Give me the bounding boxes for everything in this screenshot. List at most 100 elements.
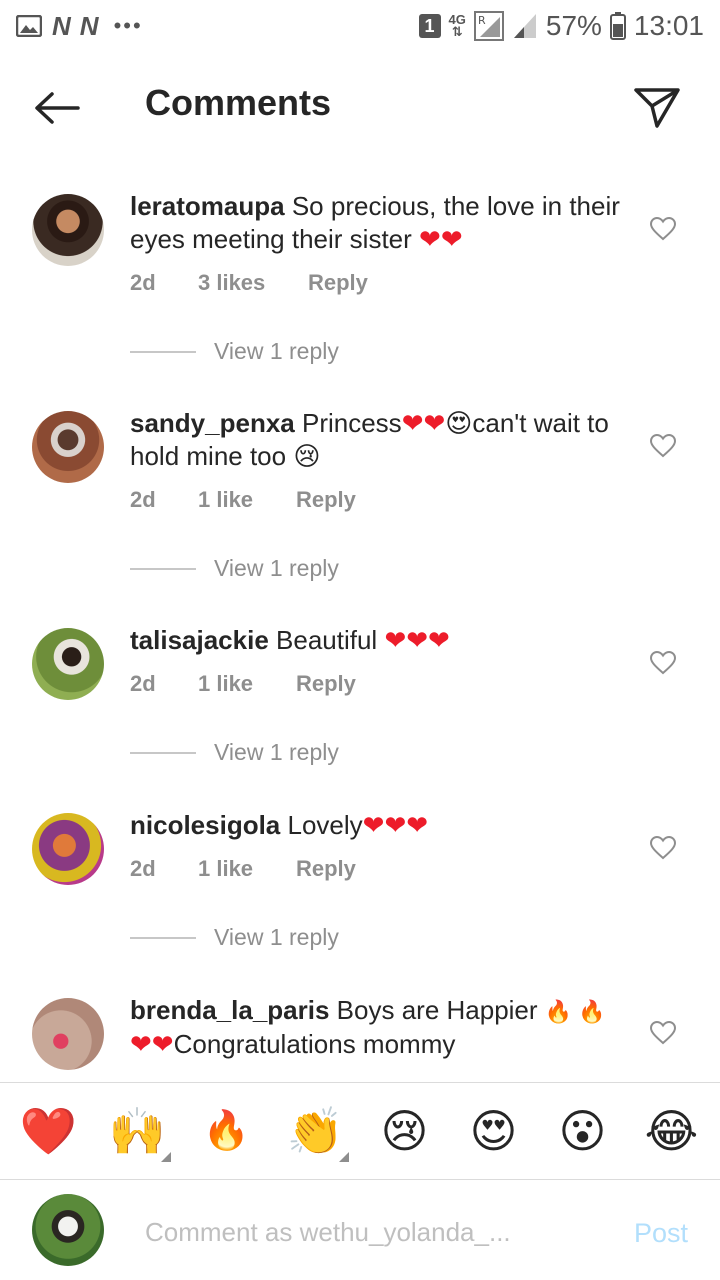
comment-input[interactable] bbox=[145, 1210, 585, 1254]
raised-hands-icon: 🙌 bbox=[108, 1104, 167, 1157]
heart-outline-icon bbox=[650, 1021, 676, 1045]
comment-time: 2d bbox=[130, 487, 156, 512]
nn-notification-icon: N bbox=[52, 10, 71, 41]
heart-outline-icon bbox=[650, 836, 676, 860]
divider-line bbox=[130, 751, 196, 754]
divider-line bbox=[130, 936, 196, 939]
comments-list[interactable]: leratomaupa So precious, the love in the… bbox=[0, 162, 720, 1082]
more-notifications-icon: ••• bbox=[113, 13, 143, 38]
reply-button[interactable]: Reply bbox=[296, 856, 356, 882]
red-heart-icon: ❤️ bbox=[19, 1104, 78, 1157]
clock: 13:01 bbox=[633, 10, 704, 41]
comment-input-bar: Post bbox=[0, 1180, 720, 1280]
tears-of-joy-icon: 😂 bbox=[644, 1105, 699, 1157]
comment-username[interactable]: leratomaupa bbox=[130, 191, 285, 221]
emoji-crying-button[interactable]: 😢 bbox=[370, 1096, 440, 1166]
skin-tone-indicator-icon bbox=[338, 1152, 349, 1162]
comment-time: 2d bbox=[130, 856, 156, 881]
avatar[interactable] bbox=[32, 194, 104, 266]
emoji-heart-eyes-button[interactable]: 😍 bbox=[459, 1096, 529, 1166]
like-comment-button[interactable] bbox=[648, 1018, 678, 1048]
heart-emoji: ❤❤❤ bbox=[384, 625, 450, 655]
heart-emoji: ❤❤ bbox=[130, 1029, 174, 1059]
svg-text:R: R bbox=[478, 14, 486, 27]
comment-text: sandy_penxa Princess❤❤😍can't wait to hol… bbox=[130, 407, 630, 473]
current-user-avatar bbox=[32, 1194, 104, 1266]
heart-outline-icon bbox=[650, 651, 676, 675]
emoji-clap-button[interactable]: 👏 bbox=[281, 1096, 351, 1166]
heart-eyes-icon: 😍 bbox=[469, 1105, 518, 1157]
image-notification-icon bbox=[16, 15, 42, 37]
fire-icon: 🔥 bbox=[202, 1110, 251, 1152]
comment-meta: 2d 3 likes Reply bbox=[130, 270, 368, 296]
sim-badge: 1 bbox=[418, 14, 441, 38]
crying-emoji: 😢 bbox=[293, 441, 321, 471]
emoji-surprised-button[interactable]: 😮 bbox=[548, 1096, 618, 1166]
comment-likes[interactable]: 1 like bbox=[198, 856, 296, 882]
heart-emoji: ❤❤ bbox=[419, 224, 463, 254]
emoji-laughing-button[interactable]: 😂 bbox=[637, 1096, 707, 1166]
emoji-raised-hands-button[interactable]: 🙌 bbox=[103, 1096, 173, 1166]
comment-likes[interactable]: 1 like bbox=[198, 671, 296, 697]
avatar[interactable] bbox=[32, 998, 104, 1070]
avatar[interactable] bbox=[32, 411, 104, 483]
comment-text: brenda_la_paris Boys are Happier 🔥 🔥 ❤❤C… bbox=[130, 994, 630, 1061]
like-comment-button[interactable] bbox=[648, 648, 678, 678]
network-type-icon: 4G ⇅ bbox=[448, 12, 466, 39]
reply-button[interactable]: Reply bbox=[296, 487, 356, 513]
view-replies-button[interactable]: View 1 reply bbox=[130, 924, 339, 951]
comment-content: Boys are Happier bbox=[336, 995, 538, 1025]
fire-emoji: 🔥 🔥 bbox=[544, 999, 606, 1024]
avatar[interactable] bbox=[32, 628, 104, 700]
avatar[interactable] bbox=[32, 813, 104, 885]
comment-username[interactable]: talisajackie bbox=[130, 625, 269, 655]
comment-username[interactable]: brenda_la_paris bbox=[130, 995, 329, 1025]
crying-face-icon: 😢 bbox=[380, 1105, 429, 1157]
like-comment-button[interactable] bbox=[648, 214, 678, 244]
comment-content: Princess bbox=[301, 408, 402, 438]
view-replies-label: View 1 reply bbox=[214, 924, 339, 950]
view-replies-label: View 1 reply bbox=[214, 338, 339, 364]
heart-emoji: ❤❤❤ bbox=[362, 810, 429, 840]
divider-line bbox=[130, 350, 196, 353]
battery-percent: 57% bbox=[545, 10, 602, 41]
arrow-left-icon bbox=[35, 92, 80, 124]
paper-plane-icon bbox=[634, 88, 680, 128]
comment-meta: 2d 1 like Reply bbox=[130, 856, 356, 882]
comment-content: Beautiful bbox=[276, 625, 378, 655]
heart-eyes-emoji: 😍 bbox=[445, 408, 473, 438]
emoji-heart-button[interactable]: ❤️ bbox=[14, 1096, 84, 1166]
comment-content: Lovely bbox=[287, 810, 363, 840]
comment-text: talisajackie Beautiful ❤❤❤ bbox=[130, 624, 630, 657]
status-bar: N N ••• 1 4G ⇅ R 57% 13:01 bbox=[0, 0, 720, 52]
view-replies-button[interactable]: View 1 reply bbox=[130, 338, 339, 365]
heart-outline-icon bbox=[650, 217, 676, 241]
view-replies-label: View 1 reply bbox=[214, 739, 339, 765]
comment-likes[interactable]: 3 likes bbox=[198, 270, 308, 296]
comment-likes[interactable]: 1 like bbox=[198, 487, 296, 513]
like-comment-button[interactable] bbox=[648, 833, 678, 863]
view-replies-label: View 1 reply bbox=[214, 555, 339, 581]
skin-tone-indicator-icon bbox=[160, 1152, 171, 1162]
signal-r-icon: R bbox=[473, 11, 504, 41]
comment-content-2: Congratulations mommy bbox=[173, 1029, 456, 1059]
comment-meta: 2d 1 like Reply bbox=[130, 487, 356, 513]
comment-time: 2d bbox=[130, 671, 156, 696]
comment-username[interactable]: sandy_penxa bbox=[130, 408, 295, 438]
share-button[interactable] bbox=[632, 82, 682, 132]
emoji-fire-button[interactable]: 🔥 bbox=[192, 1096, 262, 1166]
network-label: 4G bbox=[448, 12, 466, 27]
post-button[interactable]: Post bbox=[634, 1218, 688, 1249]
comment-username[interactable]: nicolesigola bbox=[130, 810, 280, 840]
view-replies-button[interactable]: View 1 reply bbox=[130, 555, 339, 582]
emoji-reaction-bar: ❤️ 🙌 🔥 👏 😢 😍 😮 😂 bbox=[0, 1082, 720, 1180]
back-button[interactable] bbox=[30, 84, 82, 132]
view-replies-button[interactable]: View 1 reply bbox=[130, 739, 339, 766]
nn-notification-icon-2: N bbox=[79, 10, 99, 41]
like-comment-button[interactable] bbox=[648, 431, 678, 461]
reply-button[interactable]: Reply bbox=[308, 270, 368, 296]
heart-outline-icon bbox=[650, 434, 676, 458]
reply-button[interactable]: Reply bbox=[296, 671, 356, 697]
comment-meta: 2d 1 like Reply bbox=[130, 671, 356, 697]
surprised-face-icon: 😮 bbox=[558, 1105, 607, 1157]
